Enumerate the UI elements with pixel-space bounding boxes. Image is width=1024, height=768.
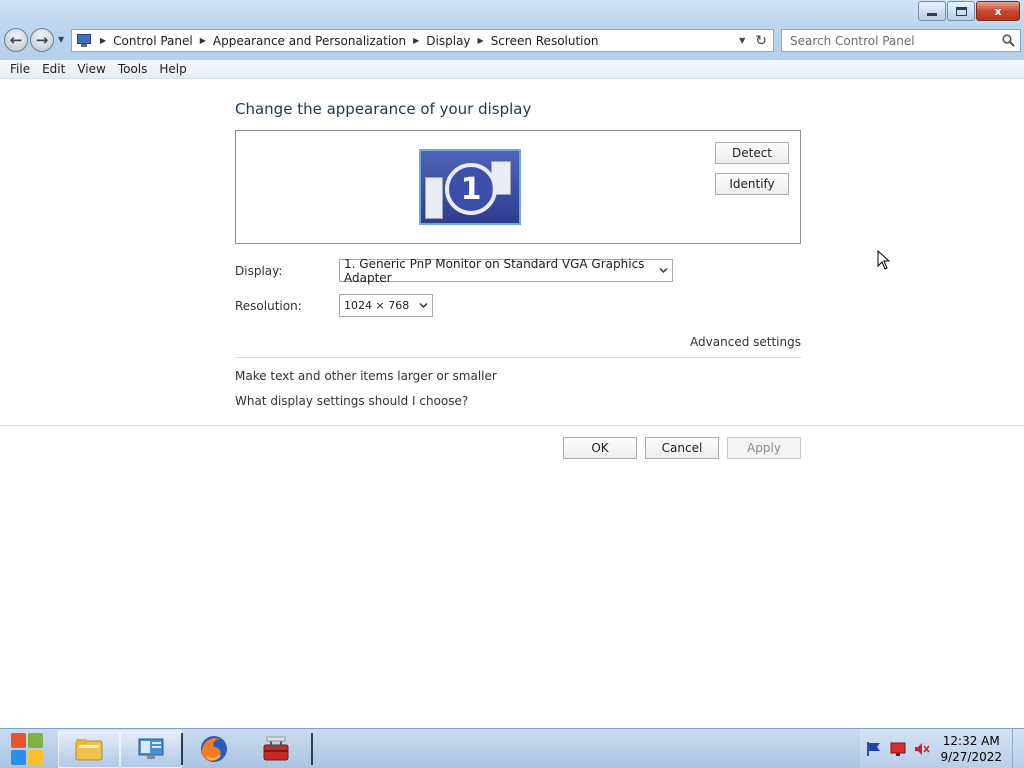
toolbox-icon	[263, 736, 289, 761]
network-disconnected-icon[interactable]	[890, 741, 906, 757]
menu-tools[interactable]: Tools	[112, 62, 154, 76]
taskbar-separator	[311, 733, 313, 765]
taskbar-firefox[interactable]	[183, 730, 245, 768]
restore-icon	[955, 6, 967, 16]
firefox-icon	[201, 736, 227, 762]
breadcrumb-separator-icon[interactable]: ▶	[413, 36, 419, 45]
thumbnail-window	[425, 177, 443, 219]
address-dropdown-icon[interactable]: ▼	[739, 36, 745, 45]
monitor-number-badge: 1	[445, 163, 497, 215]
close-button[interactable]: x	[976, 1, 1020, 21]
resolution-select[interactable]: 1024 × 768	[339, 294, 433, 317]
action-center-flag-icon[interactable]	[866, 741, 882, 757]
system-tray: 12:32 AM 9/27/2022	[860, 729, 1024, 768]
display-select[interactable]: 1. Generic PnP Monitor on Standard VGA G…	[339, 256, 673, 285]
file-explorer-icon	[75, 739, 103, 761]
system-clock[interactable]: 12:32 AM 9/27/2022	[940, 733, 1002, 765]
section-divider	[235, 357, 801, 358]
footer-divider	[0, 425, 1024, 426]
arrow-right-icon: →	[35, 31, 49, 49]
breadcrumb-separator-icon[interactable]: ▶	[478, 36, 484, 45]
start-button[interactable]	[0, 729, 54, 768]
address-bar[interactable]: ▶ Control Panel ▶ Appearance and Persona…	[71, 29, 774, 52]
chevron-down-icon	[659, 267, 668, 274]
title-bar: x	[0, 0, 1024, 26]
cancel-button[interactable]: Cancel	[645, 437, 719, 459]
main-content: Change the appearance of your display 1 …	[0, 80, 1024, 728]
page-title: Change the appearance of your display	[235, 100, 532, 118]
resolution-select-value: 1024 × 768	[344, 299, 410, 312]
search-icon[interactable]	[1002, 34, 1015, 47]
display-arrangement-panel: 1 Detect Identify	[235, 130, 801, 244]
clock-time: 12:32 AM	[942, 734, 1000, 748]
taskbar-toolbox[interactable]	[245, 730, 307, 768]
volume-muted-icon[interactable]	[914, 741, 930, 757]
advanced-settings-link[interactable]: Advanced settings	[690, 335, 801, 349]
back-button[interactable]: ←	[4, 28, 28, 52]
menu-view[interactable]: View	[71, 62, 111, 76]
clock-date: 9/27/2022	[940, 750, 1002, 764]
menu-bar: File Edit View Tools Help	[0, 60, 1024, 79]
detect-button[interactable]: Detect	[715, 142, 789, 164]
address-actions: ▼ ↻	[739, 33, 773, 49]
minimize-icon	[927, 12, 937, 16]
mouse-pointer-icon	[877, 250, 890, 270]
taskbar-file-explorer[interactable]	[58, 730, 120, 768]
minimize-button[interactable]	[918, 1, 946, 21]
display-select-value: 1. Generic PnP Monitor on Standard VGA G…	[344, 256, 645, 285]
breadcrumb-screen-resolution[interactable]: Screen Resolution	[491, 34, 599, 48]
chevron-down-icon	[419, 302, 428, 309]
ok-button[interactable]: OK	[563, 437, 637, 459]
text-size-link[interactable]: Make text and other items larger or smal…	[235, 369, 497, 383]
breadcrumb-separator-icon[interactable]: ▶	[100, 36, 106, 45]
navigation-bar: ← → ▼ ▶ Control Panel ▶ Appearance and P…	[0, 26, 1024, 60]
display-label: Display:	[235, 264, 283, 278]
search-box[interactable]	[781, 29, 1021, 52]
show-desktop-button[interactable]	[1012, 729, 1024, 768]
breadcrumb-appearance-personalization[interactable]: Appearance and Personalization	[213, 34, 406, 48]
breadcrumb-display[interactable]: Display	[426, 34, 470, 48]
taskbar-remote-desktop[interactable]	[120, 730, 182, 768]
display-settings-help-link[interactable]: What display settings should I choose?	[235, 394, 468, 408]
refresh-icon[interactable]: ↻	[755, 33, 767, 49]
forward-button[interactable]: →	[30, 28, 54, 52]
arrow-left-icon: ←	[9, 31, 23, 49]
chevron-down-icon: ▼	[58, 35, 65, 44]
recent-pages-dropdown[interactable]: ▼	[58, 35, 64, 44]
menu-help[interactable]: Help	[153, 62, 192, 76]
resolution-label: Resolution:	[235, 299, 302, 313]
identify-button[interactable]: Identify	[715, 173, 789, 195]
taskbar: 12:32 AM 9/27/2022	[0, 728, 1024, 768]
menu-edit[interactable]: Edit	[36, 62, 71, 76]
breadcrumb-control-panel[interactable]: Control Panel	[113, 34, 193, 48]
restore-button[interactable]	[947, 1, 975, 21]
remote-desktop-icon	[138, 738, 164, 759]
window-controls: x	[917, 1, 1020, 21]
search-input[interactable]	[790, 33, 990, 48]
monitor-1-thumbnail[interactable]: 1	[419, 149, 521, 225]
close-icon: x	[994, 4, 1002, 18]
breadcrumb-separator-icon[interactable]: ▶	[200, 36, 206, 45]
control-panel-icon	[75, 33, 93, 48]
windows-logo-icon	[11, 733, 43, 765]
apply-button[interactable]: Apply	[727, 437, 801, 459]
menu-file[interactable]: File	[4, 62, 36, 76]
